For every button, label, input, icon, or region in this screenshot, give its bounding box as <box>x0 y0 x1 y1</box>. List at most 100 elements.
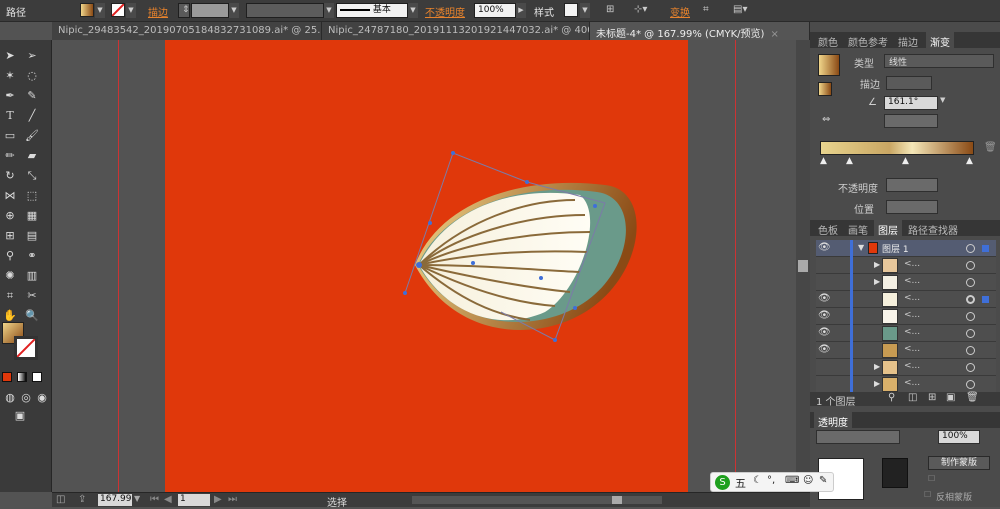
blend-icon[interactable]: ⚭ <box>24 248 40 264</box>
gradient-thumbnail[interactable] <box>818 54 840 76</box>
tab-swatches[interactable]: 色板 <box>814 220 842 237</box>
visibility-eye-icon[interactable]: 👁 <box>818 344 832 356</box>
tab-gradient[interactable]: 渐变 <box>926 32 954 49</box>
tab-layers[interactable]: 图层 <box>874 220 902 237</box>
draw-behind-icon[interactable]: ◎ <box>18 390 34 406</box>
visibility-eye-icon[interactable]: 👁 <box>818 327 832 339</box>
moon-icon[interactable]: ☾ <box>753 475 762 486</box>
canvas-area[interactable] <box>52 40 810 492</box>
tab-color-guide[interactable]: 颜色参考 <box>844 32 892 49</box>
artboard-nav-icon[interactable]: ◫ <box>56 494 65 505</box>
align-icon[interactable]: ⊹▾ <box>634 4 647 15</box>
brush-profile-dropdown-icon[interactable]: ▼ <box>408 3 418 18</box>
invert-mask-checkbox[interactable]: ☐ <box>924 490 931 499</box>
target-icon[interactable] <box>966 329 975 338</box>
expand-arrow-icon[interactable]: ▶ <box>874 277 880 286</box>
target-icon[interactable] <box>966 363 975 372</box>
zoom-dropdown-icon[interactable]: ▼ <box>134 494 140 503</box>
layer-row[interactable]: ▶ <... <box>816 274 996 291</box>
new-layer-icon[interactable]: ▣ <box>946 392 955 403</box>
clip-checkbox[interactable]: ☐ <box>928 474 935 483</box>
artboard-tool-icon[interactable]: ⌗ <box>2 288 18 304</box>
stroke-color-swatch[interactable] <box>14 336 38 360</box>
variable-width-select[interactable] <box>246 3 324 18</box>
sublayer-name[interactable]: <... <box>904 310 920 320</box>
isolate-icon[interactable]: ⌗ <box>703 4 709 15</box>
opacity-input[interactable]: 100% <box>474 3 516 18</box>
zoom-input[interactable]: 167.99 <box>98 494 132 506</box>
locate-object-icon[interactable]: ⚲ <box>888 392 895 403</box>
expand-arrow-icon[interactable]: ▶ <box>874 379 880 388</box>
tab-doc-1[interactable]: Nipic_29483542_20190705184832731089.ai* … <box>52 22 322 40</box>
sogou-logo-icon[interactable]: S <box>715 475 730 490</box>
fill-stroke-swatch[interactable] <box>818 82 832 96</box>
hscroll-thumb[interactable] <box>612 496 622 504</box>
target-icon[interactable] <box>966 295 975 304</box>
column-graph-icon[interactable]: ▥ <box>24 268 40 284</box>
style-dropdown-icon[interactable]: ▼ <box>580 3 590 18</box>
stroke-none-swatch[interactable] <box>111 3 125 17</box>
visibility-eye-icon[interactable] <box>818 276 832 288</box>
gradient-tool-icon[interactable]: ▤ <box>24 228 40 244</box>
pencil-icon[interactable]: ✏ <box>2 148 18 164</box>
layer-row[interactable]: ▶ <... <box>816 376 996 393</box>
user-icon[interactable]: ☺ <box>803 475 813 486</box>
close-icon[interactable]: × <box>770 29 778 40</box>
layer-row-top[interactable]: 👁 ▼ 图层 1 <box>816 240 996 257</box>
draw-normal-icon[interactable]: ◍ <box>2 390 18 406</box>
tab-transparency[interactable]: 透明度 <box>814 412 852 429</box>
target-icon[interactable] <box>966 261 975 270</box>
lasso-icon[interactable]: ◌ <box>24 68 40 84</box>
width-tool-icon[interactable]: ⋈ <box>2 188 18 204</box>
top-layer-name[interactable]: 图层 1 <box>882 242 909 255</box>
stroke-dropdown-icon[interactable]: ▼ <box>126 3 136 18</box>
shape-builder-icon[interactable]: ⊕ <box>2 208 18 224</box>
angle-dropdown-icon[interactable]: ▼ <box>940 96 945 104</box>
first-page-icon[interactable]: ⏮ <box>150 494 159 505</box>
prev-page-icon[interactable]: ◀ <box>164 494 172 505</box>
stroke-stepper[interactable]: ⇕ <box>178 3 190 18</box>
sublayer-name[interactable]: <... <box>904 259 920 269</box>
variable-width-dropdown-icon[interactable]: ▼ <box>324 3 334 18</box>
tab-stroke[interactable]: 描边 <box>894 32 922 49</box>
paintbrush-icon[interactable]: 🖌 <box>24 128 40 144</box>
blend-mode-select[interactable] <box>816 430 900 444</box>
ime-mode-label[interactable]: 五 <box>735 475 746 491</box>
layer-row[interactable]: ▶ <... <box>816 257 996 274</box>
visibility-eye-icon[interactable]: 👁 <box>818 293 832 305</box>
mask-thumbnail[interactable] <box>882 458 908 488</box>
artboard[interactable] <box>165 40 688 492</box>
delete-layer-icon[interactable]: 🗑 <box>966 392 979 403</box>
clipping-mask-icon[interactable]: ◫ <box>908 392 917 403</box>
make-mask-button[interactable]: 制作蒙版 <box>928 456 990 470</box>
layer-row[interactable]: 👁 <... <box>816 308 996 325</box>
graphic-style-swatch[interactable] <box>564 3 578 17</box>
page-input[interactable]: 1 <box>178 494 210 506</box>
fill-dropdown-icon[interactable]: ▼ <box>95 3 105 18</box>
layer-row[interactable]: 👁 <... <box>816 342 996 359</box>
visibility-eye-icon[interactable] <box>818 361 832 373</box>
fill-swatch[interactable] <box>80 3 94 17</box>
sublayer-name[interactable]: <... <box>904 361 920 371</box>
line-tool-icon[interactable]: ╱ <box>24 108 40 124</box>
target-icon[interactable] <box>966 312 975 321</box>
layer-row[interactable]: ▶ <... <box>816 359 996 376</box>
aspect-ratio-input[interactable] <box>884 114 938 128</box>
free-transform-icon[interactable]: ⬚ <box>24 188 40 204</box>
stroke-weight-input[interactable] <box>191 3 229 18</box>
draw-inside-icon[interactable]: ◉ <box>34 390 50 406</box>
vertical-scrollbar[interactable] <box>796 40 810 492</box>
visibility-eye-icon[interactable]: 👁 <box>818 242 832 254</box>
next-page-icon[interactable]: ▶ <box>214 494 222 505</box>
scroll-thumb[interactable] <box>798 260 808 272</box>
gradient-slider[interactable] <box>820 141 974 155</box>
pen-icon[interactable]: ✒ <box>2 88 18 104</box>
tab-pathfinder[interactable]: 路径查找器 <box>904 220 962 237</box>
expand-arrow-icon[interactable]: ▶ <box>874 362 880 371</box>
gradient-stop-icon[interactable]: ▲ <box>902 156 909 166</box>
rotate-icon[interactable]: ↻ <box>2 168 18 184</box>
punctuation-icon[interactable]: °, <box>767 475 775 486</box>
type-tool-icon[interactable]: T <box>2 108 18 124</box>
angle-input[interactable]: 161.1° <box>884 96 938 110</box>
stroke-gradient-options[interactable] <box>886 76 932 90</box>
